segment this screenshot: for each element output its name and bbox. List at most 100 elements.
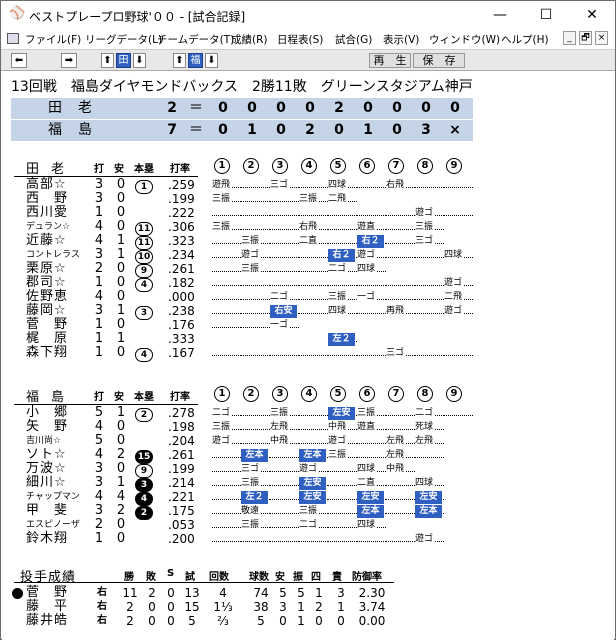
player-row[interactable]: 菅 野 1 0 .176 一ゴ <box>2 318 614 332</box>
at-bat-result <box>241 206 270 220</box>
at-bat-result <box>328 318 357 332</box>
player-row[interactable]: 西川愛 1 0 .222 遊ゴ <box>2 206 614 220</box>
at-bat-result <box>444 406 473 420</box>
team2-down-button[interactable]: ⬇ <box>205 53 218 68</box>
pitcher-row[interactable]: 藤 平右 2 0 0 15 1⅓ 38 3 1 2 1 3.74 <box>2 600 614 615</box>
home-runs <box>134 290 154 304</box>
menu-window[interactable]: ウィンドウ(W) <box>429 32 500 47</box>
pitcher-er: 3 <box>337 586 345 600</box>
batting-average: .176 <box>168 318 195 332</box>
at-bat-result: 二ゴ <box>415 406 444 420</box>
at-bat-result: 遊ゴ <box>328 434 357 448</box>
hits: 0 <box>116 275 126 290</box>
player-row[interactable]: デュラン☆ 4 0 11 .306 三振 右飛 遊直 三振 <box>2 220 614 236</box>
player-row[interactable]: 万波☆ 3 0 9 .199 三ゴ 遊ゴ 四球 中飛 <box>2 462 614 478</box>
next-game-button[interactable]: ➡ <box>61 53 77 68</box>
at-bat-results: 敬遠 三振 左本 左本 <box>212 504 474 518</box>
at-bat-result <box>270 332 299 346</box>
player-row[interactable]: エスピノーザ 2 0 .053 三振 二ゴ 四球 <box>2 518 614 532</box>
player-row[interactable]: 小 郷 5 1 2.278 二ゴ 三振 左安 三振 二ゴ <box>2 406 614 422</box>
at-bat-result: 二ゴ <box>328 262 357 276</box>
previous-game-button[interactable]: ⬅ <box>11 53 27 68</box>
at-bat-result: 四球 <box>357 518 386 532</box>
at-bat-result <box>241 318 270 332</box>
at-bat-result <box>328 276 357 290</box>
at-bat-result <box>212 448 241 462</box>
home-runs: 2 <box>134 406 154 422</box>
player-row[interactable]: ソト☆ 4 2 15.261 左本 左本 三振 左飛 <box>2 448 614 464</box>
player-row[interactable]: 近藤☆ 4 1 11.323 三振 二直 右２ 三ゴ <box>2 233 614 250</box>
player-row[interactable]: 鈴木翔 1 0 .200 遊ゴ <box>2 532 614 546</box>
hits: 1 <box>116 233 126 248</box>
at-bat-result: 中飛 <box>328 420 357 434</box>
player-row[interactable]: 高部☆ 3 0 1 .259 遊飛 三ゴ 四球 右飛 <box>2 178 614 194</box>
menu-file[interactable]: ファイル(F) <box>25 32 81 47</box>
team1-up-button[interactable]: ⬆ <box>101 53 114 68</box>
pitcher-g: 15 <box>184 600 200 614</box>
at-bat-result <box>299 532 328 546</box>
at-bats: 3 <box>94 191 104 206</box>
save-button[interactable]: 保 存 <box>413 53 465 68</box>
player-row[interactable]: コントレラス 3 1 10.234 遊ゴ 右２ 遊ゴ 四球 <box>2 248 614 264</box>
player-row[interactable]: 森下翔 1 0 4 .167 三ゴ <box>2 346 614 362</box>
mdi-restore-button[interactable]: 🗗 <box>579 31 592 45</box>
team1-down-button[interactable]: ⬇ <box>133 53 146 68</box>
player-row[interactable]: 矢 野 4 0 .198 三振 左飛 中飛 遊直 死球 <box>2 420 614 434</box>
result-text: 遊ゴ <box>212 436 232 446</box>
player-row[interactable]: 藤岡☆ 3 1 3 .238 右安 四球 再飛 遊ゴ <box>2 304 614 320</box>
player-row[interactable]: 吉川尚☆ 5 0 .204 遊ゴ 中飛 遊ゴ 左飛 左飛 <box>2 434 614 448</box>
minimize-button[interactable]: — <box>477 1 523 29</box>
player-name: 吉川尚☆ <box>26 436 62 446</box>
player-row[interactable]: 郡司☆ 1 0 4 .182 遊ゴ <box>2 275 614 292</box>
menu-view[interactable]: 表示(V) <box>383 32 419 47</box>
at-bat-result <box>415 178 444 192</box>
pitcher-row[interactable]: 藤井皓右 2 0 0 5 ⅔ 5 0 1 0 0 0.00 <box>2 614 614 629</box>
at-bat-result <box>415 346 444 360</box>
hit-result-box: 右２ <box>357 235 384 248</box>
menu-league-data[interactable]: リーグデータ(L) <box>85 32 162 47</box>
menu-game[interactable]: 試合(G) <box>335 32 372 47</box>
at-bat-result: 左飛 <box>386 448 415 462</box>
at-bat-result <box>270 532 299 546</box>
menu-help[interactable]: ヘルプ(H) <box>501 32 549 47</box>
player-row[interactable]: 甲 斐 3 2 2.175 敬遠 三振 左本 左本 <box>2 503 614 520</box>
result-text: 二ゴ <box>299 520 319 530</box>
pitcher-row[interactable]: 菅 野右 11 2 0 13 4 74 5 5 1 3 2.30 <box>2 586 614 600</box>
result-text: 三振 <box>241 236 261 246</box>
menu-stats[interactable]: 成績(R) <box>231 32 268 47</box>
inning-score: 0 <box>392 100 402 116</box>
at-bat-result: 左本 <box>357 504 386 518</box>
player-row[interactable]: 西 野 3 0.199 三振 三振 二飛 <box>2 192 614 206</box>
result-text: 二飛 <box>444 292 464 302</box>
document-system-icon[interactable] <box>7 33 19 44</box>
hit-result-box: 右２ <box>328 249 355 262</box>
hits: 4 <box>116 489 126 504</box>
team2-field-button[interactable]: 福 <box>188 53 203 68</box>
at-bat-result <box>299 262 328 276</box>
at-bat-result: 三振 <box>299 504 328 518</box>
menu-team-data[interactable]: チームデータ(T) <box>157 32 234 47</box>
mdi-close-button[interactable]: × <box>595 31 608 45</box>
pitcher-ball: 38 <box>253 600 269 614</box>
player-row[interactable]: 栗原☆ 2 0 9 .261 三振 二ゴ 四球 <box>2 262 614 278</box>
at-bat-result: 右安 <box>270 304 299 318</box>
player-row[interactable]: 佐野恵 4 0 .000 二ゴ 三振 一ゴ 二飛 <box>2 290 614 304</box>
home-runs: 9 <box>134 262 154 278</box>
close-button[interactable]: ✕ <box>569 1 615 29</box>
mdi-minimize-button[interactable]: _ <box>563 31 576 45</box>
team1-field-button[interactable]: 田 <box>116 53 131 68</box>
at-bat-result <box>357 206 386 220</box>
player-row[interactable]: 細川☆ 3 1 3 .214 三振 左安 二直 四球 <box>2 476 614 492</box>
maximize-button[interactable]: ☐ <box>523 1 569 29</box>
at-bat-results: 遊ゴ 中飛 遊ゴ 左飛 左飛 <box>212 434 474 448</box>
team2-up-button[interactable]: ⬆ <box>173 53 186 68</box>
player-name: 甲 斐 <box>26 503 69 518</box>
at-bat-result <box>386 406 415 420</box>
replay-button[interactable]: 再 生 <box>369 53 411 68</box>
inning-number: 8 <box>417 386 433 402</box>
player-row[interactable]: チャップマン 4 4 4.221 左２ 左安 左安 左安 <box>2 489 614 506</box>
at-bat-result <box>212 332 241 346</box>
menu-schedule[interactable]: 日程表(S) <box>277 32 323 47</box>
player-row[interactable]: 梶 原 1 1 .333 左２ <box>2 332 614 346</box>
at-bat-results: 遊ゴ <box>212 206 474 220</box>
